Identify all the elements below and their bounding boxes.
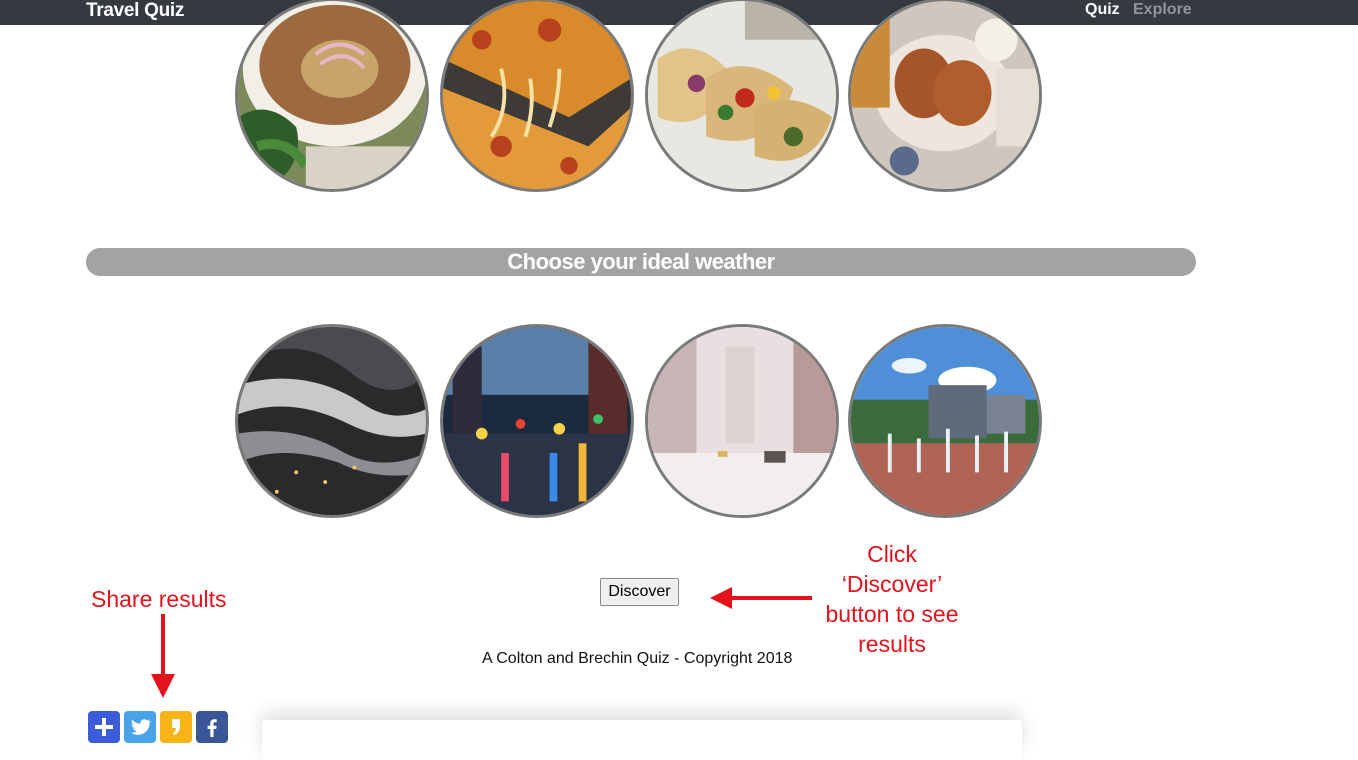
- sunny-image: [851, 327, 1039, 515]
- weather-section-heading: Choose your ideal weather: [86, 248, 1196, 276]
- quote-icon: [172, 719, 180, 735]
- twitter-icon: [130, 719, 151, 735]
- share-twitter-button[interactable]: [124, 711, 156, 743]
- facebook-icon: [207, 719, 217, 737]
- rain-image: [443, 327, 631, 515]
- plus-icon: [95, 718, 113, 736]
- brand-logo[interactable]: Travel Quiz: [86, 0, 184, 23]
- fog-image: [238, 327, 426, 515]
- share-addthis-button[interactable]: [88, 711, 120, 743]
- annotation-share-results: Share results: [91, 586, 227, 612]
- content-card-edge: [262, 720, 1022, 760]
- food-option-pizza[interactable]: [440, 0, 634, 192]
- weather-option-sunny[interactable]: [848, 324, 1042, 518]
- weather-option-rain[interactable]: [440, 324, 634, 518]
- food-option-fried-chicken[interactable]: [848, 0, 1042, 192]
- pizza-image: [443, 1, 631, 189]
- food-option-tacos[interactable]: [645, 0, 839, 192]
- annotation-line: ‘Discover’: [841, 571, 943, 597]
- footer-copyright: A Colton and Brechin Quiz - Copyright 20…: [482, 650, 793, 667]
- food-option-pho[interactable]: [235, 0, 429, 192]
- pho-image: [238, 1, 426, 189]
- annotation-line: results: [858, 631, 926, 657]
- annotation-line: Click: [867, 541, 917, 567]
- nav-link-quiz[interactable]: Quiz: [1085, 0, 1120, 21]
- annotation-click-discover: Click ‘Discover’ button to see results: [816, 539, 968, 659]
- fried-chicken-image: [851, 1, 1039, 189]
- snow-image: [648, 327, 836, 515]
- discover-button[interactable]: Discover: [600, 578, 679, 606]
- nav-link-explore[interactable]: Explore: [1133, 0, 1192, 21]
- arrow-left-icon: [710, 587, 812, 609]
- share-kakao-story-button[interactable]: [160, 711, 192, 743]
- annotation-line: button to see: [825, 601, 959, 627]
- weather-option-fog[interactable]: [235, 324, 429, 518]
- weather-option-snow[interactable]: [645, 324, 839, 518]
- arrow-down-icon: [151, 614, 175, 698]
- tacos-image: [648, 1, 836, 189]
- share-facebook-button[interactable]: [196, 711, 228, 743]
